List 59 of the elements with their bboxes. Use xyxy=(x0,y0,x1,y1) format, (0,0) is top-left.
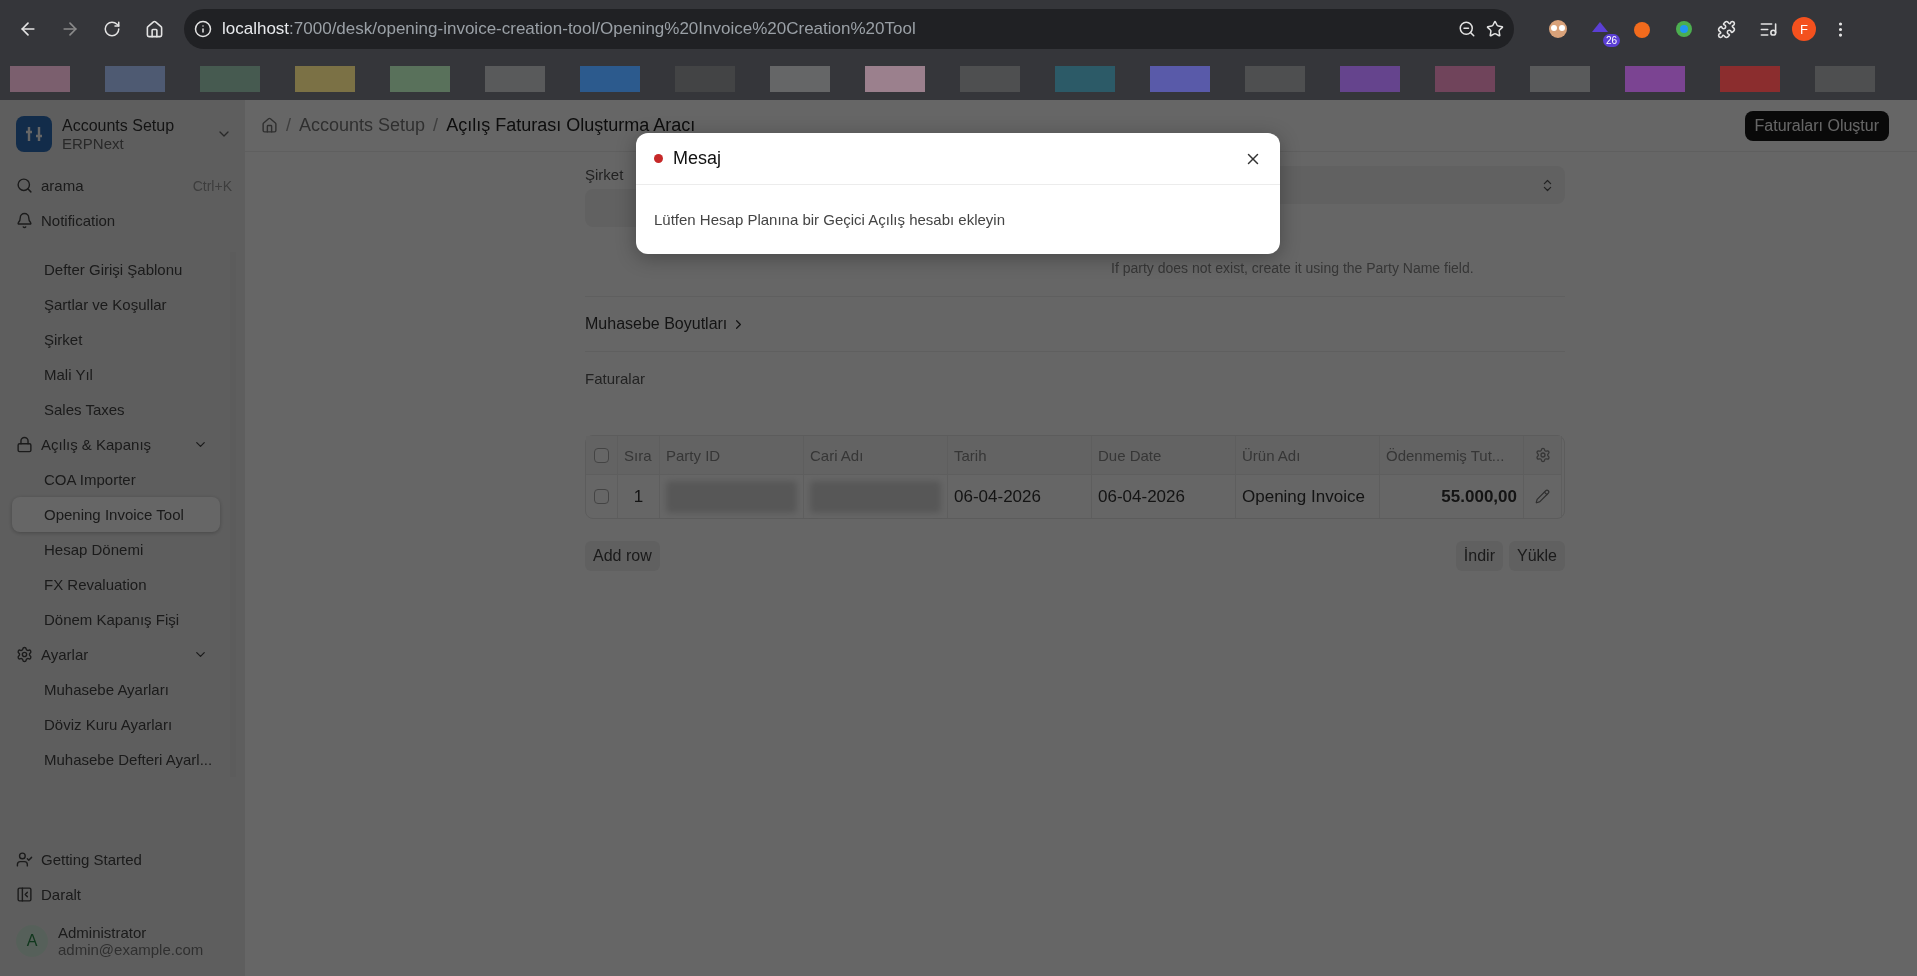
user-avatar: A xyxy=(16,925,48,957)
user-name: Administrator xyxy=(58,924,148,941)
dialog-message: Lütfen Hesap Planına bir Geçici Açılış hesabı ekleyin xyxy=(654,211,1006,228)
breadcrumb-separator: / xyxy=(286,115,291,136)
sidebar-item[interactable]: Mali Yıl xyxy=(12,357,220,392)
sidebar-collapse-icon xyxy=(16,886,33,903)
zoom-icon[interactable] xyxy=(1458,20,1476,38)
sidebar-item[interactable]: Şartlar ve Koşullar xyxy=(12,287,220,322)
bookmark-star-icon[interactable] xyxy=(1486,20,1504,38)
user-check-icon xyxy=(16,851,33,868)
bell-icon xyxy=(16,212,33,229)
notification-badge: 26 xyxy=(1602,34,1620,47)
table-cell: 55.000,00 xyxy=(1380,474,1524,518)
face-extension-icon[interactable] xyxy=(1547,18,1569,40)
row-checkbox[interactable] xyxy=(594,489,609,504)
extensions-puzzle-icon[interactable] xyxy=(1716,19,1736,39)
sidebar-item[interactable]: COA Importer xyxy=(12,462,220,497)
table-action-button[interactable]: Yükle xyxy=(1508,541,1565,571)
sidebar-footer-item[interactable]: Getting Started xyxy=(12,842,236,877)
section-toggle[interactable]: Muhasebe Boyutları xyxy=(585,315,1565,333)
sidebar-footer-item[interactable]: Daralt xyxy=(12,877,236,912)
table-label: Faturalar xyxy=(585,370,647,387)
status-dot xyxy=(654,154,663,163)
dialog-title: Mesaj xyxy=(673,148,722,169)
table-cell: Opening Invoice xyxy=(1236,474,1380,518)
sidebar-item[interactable]: Opening Invoice Tool xyxy=(12,497,220,532)
breadcrumb-link[interactable]: Açılış Faturası Oluşturma Aracı xyxy=(446,115,696,136)
sidebar-item[interactable]: Döviz Kuru Ayarları xyxy=(12,707,220,742)
field-label: Şirket xyxy=(585,166,625,183)
add-row-button[interactable]: Add row xyxy=(585,541,660,571)
create-invoices-button[interactable]: Faturaları Oluştur xyxy=(1744,110,1889,141)
sidebar-group[interactable]: Ayarlar xyxy=(12,637,220,672)
address-bar[interactable]: localhost:7000/desk/opening-invoice-creation-tool/Opening%20Invoice%20Creation%20Tool xyxy=(184,9,1514,49)
extension-icon[interactable] xyxy=(1673,18,1695,40)
sidebar-item[interactable]: Sales Taxes xyxy=(12,392,220,427)
sidebar-group[interactable]: Açılış & Kapanış xyxy=(12,427,220,462)
notification-link[interactable]: Notification xyxy=(12,203,236,238)
home-icon[interactable] xyxy=(144,19,164,39)
search-icon xyxy=(16,177,33,194)
table-cell: 1 xyxy=(618,474,660,518)
lock-icon xyxy=(16,436,33,453)
profile-avatar[interactable]: F xyxy=(1792,17,1816,41)
sidebar-item[interactable]: Defter Girişi Şablonu xyxy=(12,252,220,287)
sidebar-item[interactable]: Dönem Kapanış Fişi xyxy=(12,602,220,637)
settings-icon xyxy=(16,646,33,663)
sidebar-item[interactable]: FX Revaluation xyxy=(12,567,220,602)
reload-icon[interactable] xyxy=(103,20,121,38)
breadcrumb-separator: / xyxy=(433,115,439,136)
sidebar-item[interactable]: Muhasebe Ayarları xyxy=(12,672,220,707)
table-action-button[interactable]: İndir xyxy=(1455,541,1503,571)
info-icon[interactable] xyxy=(194,20,212,38)
table-cell: 06-04-2026 xyxy=(1092,474,1236,518)
sidebar-item[interactable]: Şirket xyxy=(12,322,220,357)
app-logo xyxy=(16,116,52,152)
app-title: Accounts Setup xyxy=(62,116,176,135)
table-cell: 06-04-2026 xyxy=(948,474,1092,518)
select-all-checkbox[interactable] xyxy=(594,447,609,463)
sidebar-item[interactable]: Hesap Dönemi xyxy=(12,532,220,567)
sidebar-item[interactable]: Muhasebe Defteri Ayarl... xyxy=(12,742,220,777)
